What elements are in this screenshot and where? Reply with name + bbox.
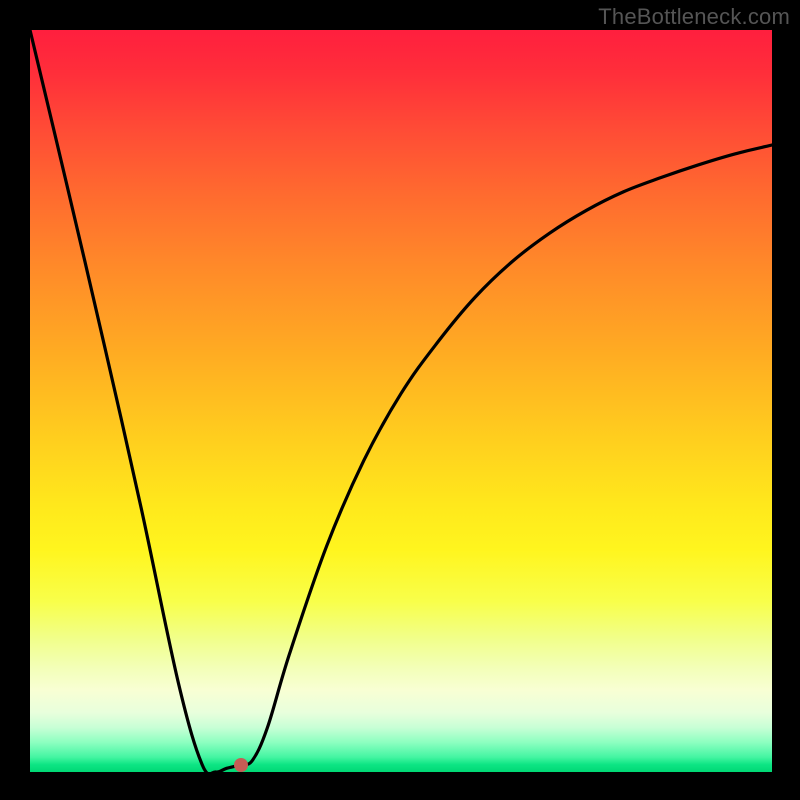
bottleneck-curve [30, 30, 772, 772]
plot-area [30, 30, 772, 772]
optimal-point-marker [234, 758, 248, 772]
watermark-label: TheBottleneck.com [598, 4, 790, 30]
chart-frame: TheBottleneck.com [0, 0, 800, 800]
curve-layer [30, 30, 772, 772]
